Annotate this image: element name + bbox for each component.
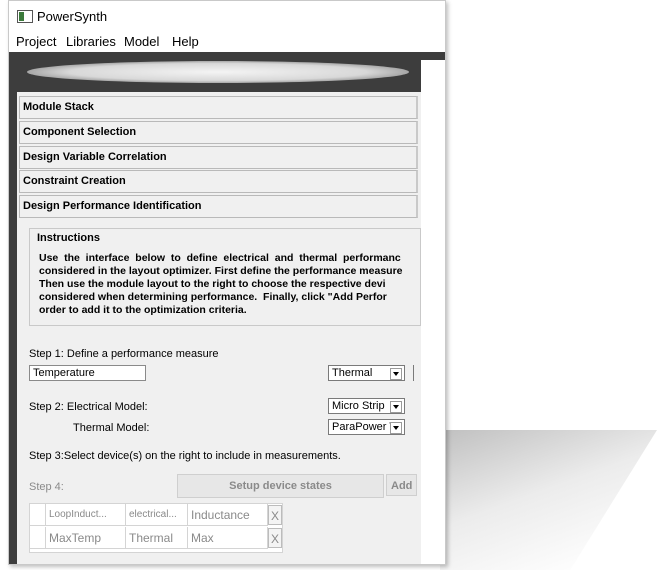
divider — [413, 365, 414, 381]
chevron-down-icon — [390, 401, 402, 413]
section-label: Design Variable Correlation — [23, 151, 167, 163]
step3-label: Step 3:Select device(s) on the right to … — [29, 450, 341, 462]
instructions-line: considered when determining performance.… — [39, 291, 387, 303]
app-icon — [17, 10, 33, 23]
instructions-title: Instructions — [37, 232, 100, 244]
instructions-text: Use the interface below to define electr… — [39, 252, 417, 317]
performance-table: LoopInduct... electrical... Inductance X… — [29, 503, 283, 553]
section-design-variable-correlation[interactable]: Design Variable Correlation — [19, 146, 418, 169]
window-shadow — [440, 430, 657, 570]
section-constraint-creation[interactable]: Constraint Creation — [19, 170, 418, 193]
menu-project[interactable]: Project — [16, 34, 56, 49]
measure-name-cell: MaxTemp — [46, 527, 126, 549]
app-window: PowerSynth Project Libraries Model Help … — [8, 0, 446, 565]
menu-bar: Project Libraries Model Help — [9, 32, 445, 52]
chevron-down-icon — [390, 422, 402, 434]
left-edge — [9, 92, 17, 564]
step4-label: Step 4: — [29, 481, 64, 493]
section-component-selection[interactable]: Component Selection — [19, 121, 418, 144]
menu-libraries[interactable]: Libraries — [66, 34, 116, 49]
menu-help[interactable]: Help — [172, 34, 199, 49]
electrical-model-select[interactable]: Micro Strip — [328, 398, 405, 414]
row-header — [30, 527, 46, 549]
measure-type-select[interactable]: Thermal — [328, 365, 405, 381]
add-performance-button[interactable]: Add — [386, 474, 417, 496]
title-bar: PowerSynth — [9, 1, 445, 32]
step1-label: Step 1: Define a performance measure — [29, 348, 219, 360]
section-label: Design Performance Identification — [23, 200, 202, 212]
section-label: Constraint Creation — [23, 175, 126, 187]
banner-glow — [27, 61, 409, 83]
instructions-line: Then use the module layout to the right … — [39, 278, 386, 290]
select-value: Micro Strip — [332, 400, 385, 412]
instructions-line: Use the interface below to define electr… — [39, 252, 401, 264]
section-label: Module Stack — [23, 101, 94, 113]
model-cell: Thermal — [126, 527, 188, 549]
row-header — [30, 504, 46, 526]
window-title: PowerSynth — [37, 9, 108, 24]
model-cell: electrical... — [126, 504, 188, 526]
step2-label: Step 2: Electrical Model: — [29, 401, 148, 413]
layout-view-panel[interactable] — [421, 60, 445, 564]
thermal-model-label: Thermal Model: — [73, 422, 150, 434]
header-banner — [9, 52, 445, 92]
measure-name-cell: LoopInduct... — [46, 504, 126, 526]
section-design-performance-identification[interactable]: Design Performance Identification — [19, 195, 418, 218]
measure-type-cell: Max — [188, 527, 268, 549]
menu-model[interactable]: Model — [124, 34, 159, 49]
chevron-down-icon — [390, 368, 402, 380]
section-module-stack[interactable]: Module Stack — [19, 96, 418, 119]
instructions-group: Instructions Use the interface below to … — [29, 228, 421, 326]
instructions-line: order to add it to the optimization crit… — [39, 304, 247, 316]
instructions-line: considered in the layout optimizer. Firs… — [39, 265, 403, 277]
setup-device-states-button[interactable]: Setup device states — [177, 474, 384, 498]
select-value: ParaPower Th — [332, 421, 390, 433]
section-label: Component Selection — [23, 126, 137, 138]
measure-type-cell: Inductance — [188, 504, 268, 526]
remove-row-button[interactable]: X — [268, 528, 282, 548]
select-value: Thermal — [332, 367, 373, 379]
measure-name-input[interactable]: Temperature — [29, 365, 146, 381]
remove-row-button[interactable]: X — [268, 505, 282, 525]
thermal-model-select[interactable]: ParaPower Th — [328, 419, 405, 435]
